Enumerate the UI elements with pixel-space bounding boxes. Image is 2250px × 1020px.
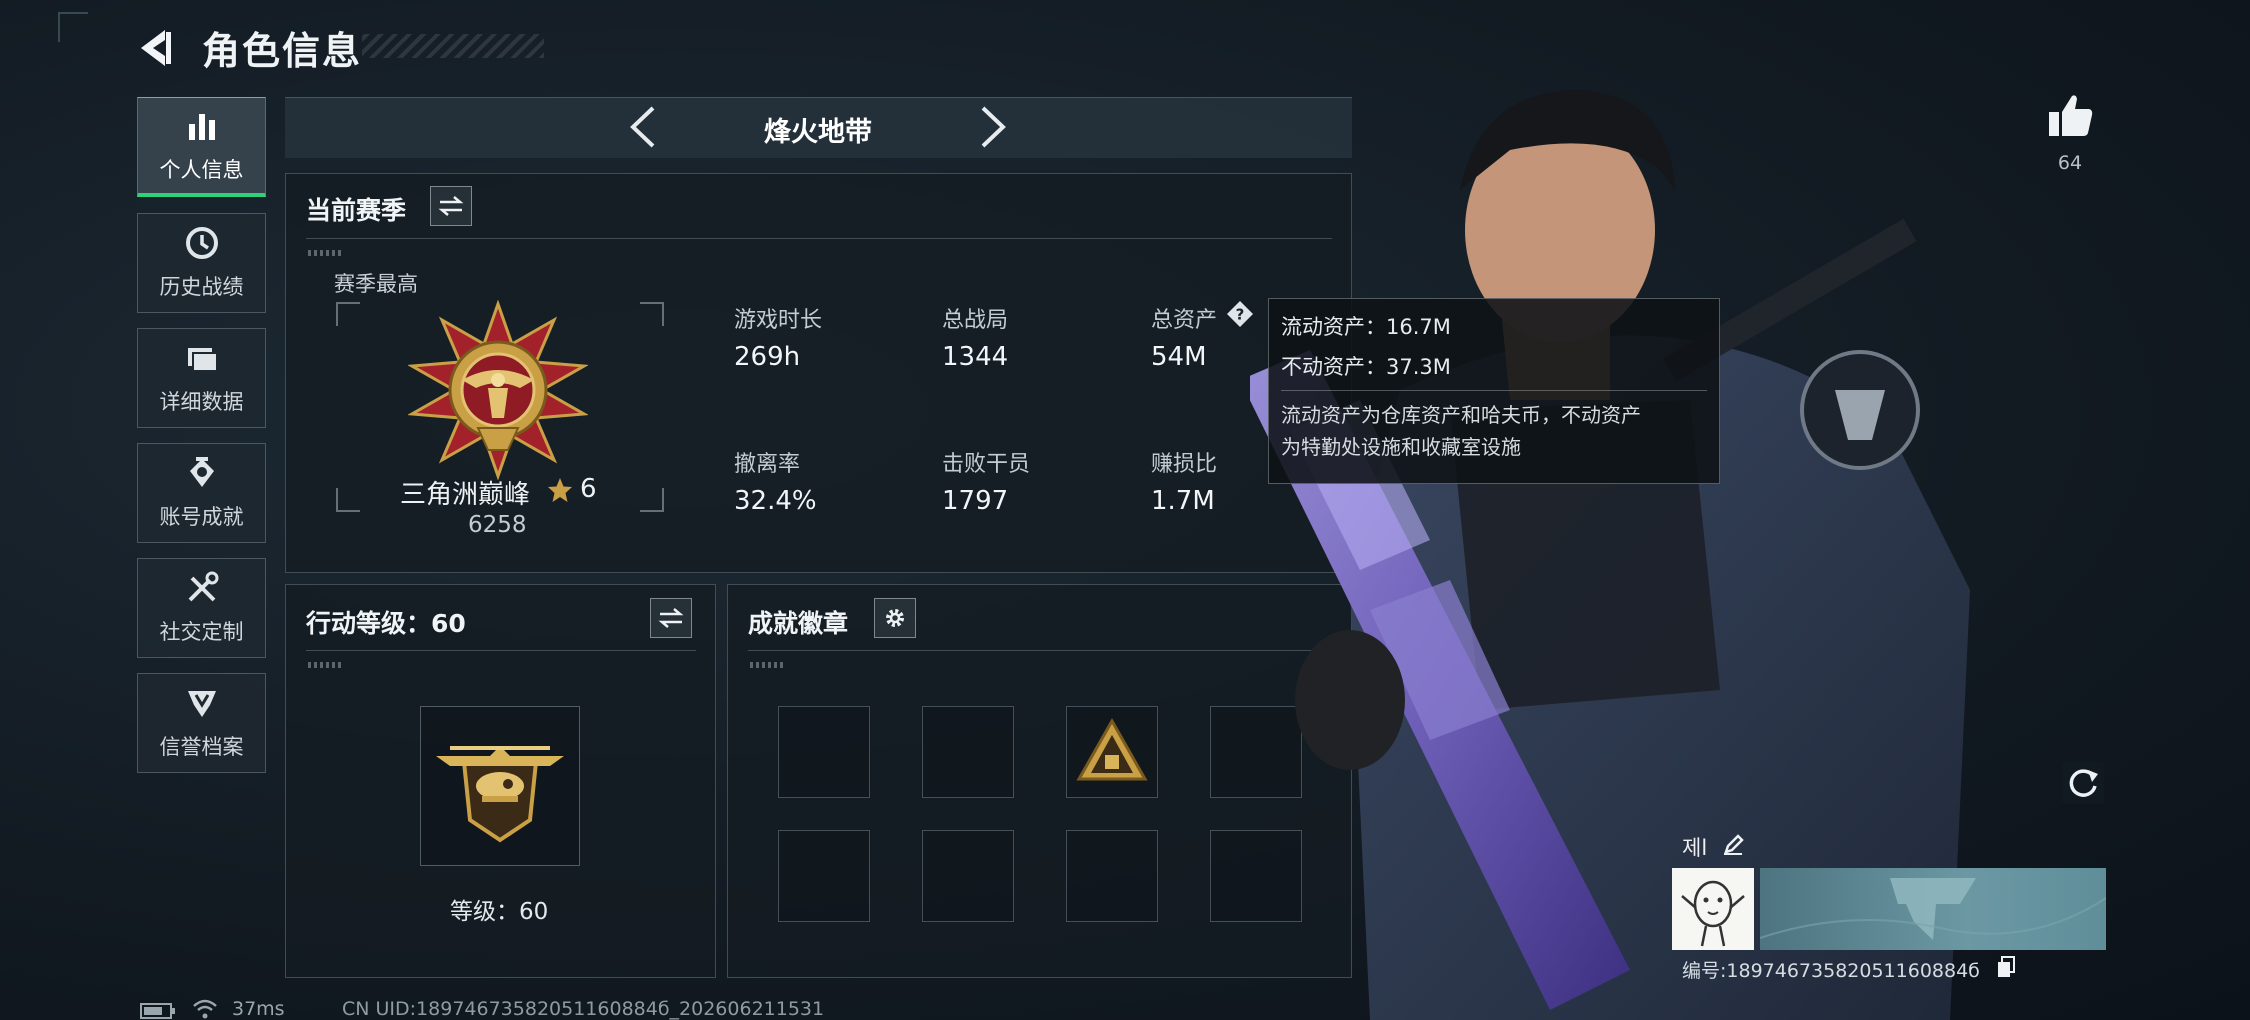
- copy-icon[interactable]: [1996, 956, 2016, 978]
- sidebar-item-reputation[interactable]: 信誉档案: [137, 673, 266, 773]
- stat-label-total-assets: 总资产: [1151, 308, 1218, 333]
- stat-label-kills: 击败干员: [942, 452, 1031, 477]
- meme-avatar-icon: [1681, 880, 1745, 947]
- sidebar-item-detailed-data[interactable]: 详细数据: [137, 328, 266, 428]
- dash-decoration: [308, 662, 342, 668]
- ping-text: 37ms: [232, 998, 285, 1020]
- stat-value-total-matches: 1344: [942, 342, 1009, 372]
- edit-pencil-icon[interactable]: [1722, 834, 1744, 856]
- wifi-icon: [193, 999, 217, 1019]
- tooltip-divider: [1281, 390, 1707, 391]
- sidebar-item-label: 信誉档案: [159, 735, 244, 759]
- swap-arrows-icon: [658, 608, 684, 628]
- helicopter-emblem-icon: [436, 746, 564, 843]
- tools-icon: [188, 571, 218, 602]
- season-panel-title: 当前赛季: [306, 196, 407, 225]
- rotate-character-button[interactable]: [2062, 762, 2104, 804]
- stat-label-extract-rate: 撤离率: [734, 452, 801, 477]
- season-switch-button[interactable]: [430, 186, 472, 226]
- thumbs-up-icon[interactable]: [2045, 90, 2095, 140]
- level-text: 等级：60: [450, 899, 549, 925]
- badge-slot[interactable]: [1066, 830, 1158, 922]
- star-icon: [548, 478, 572, 502]
- name-card-banner[interactable]: [1759, 868, 2107, 950]
- gear-icon: [886, 609, 904, 627]
- sidebar-item-label: 社交定制: [159, 620, 244, 644]
- stat-label-total-matches: 总战局: [942, 308, 1009, 333]
- brand-logo-icon: [1759, 878, 2107, 940]
- badges-divider: [748, 650, 1332, 651]
- tooltip-note-line2: 为特勤处设施和收藏室设施: [1281, 435, 1521, 459]
- title-stripes-decoration: [362, 34, 544, 58]
- bar-chart-icon: [188, 113, 215, 140]
- badges-title: 成就徽章: [748, 609, 849, 638]
- tooltip-liquid-assets: 流动资产：16.7M: [1281, 315, 1451, 339]
- badge-slot[interactable]: [922, 830, 1014, 922]
- tooltip-note-line1: 流动资产为仓库资产和哈夫币，不动资产: [1281, 403, 1641, 427]
- stat-value-playtime: 269h: [734, 342, 801, 372]
- season-best-label: 赛季最高: [334, 272, 418, 296]
- action-level-switch-button[interactable]: [650, 598, 692, 638]
- history-clock-icon: [185, 227, 218, 259]
- battery-icon: [140, 1003, 175, 1019]
- badge-slot[interactable]: [778, 830, 870, 922]
- stat-label-playtime: 游戏时长: [734, 308, 823, 333]
- sidebar-item-label: 详细数据: [159, 390, 244, 414]
- like-count: 64: [2057, 152, 2083, 174]
- chevron-right-icon[interactable]: [977, 104, 1011, 150]
- season-divider: [306, 238, 1332, 239]
- stat-value-extract-rate: 32.4%: [734, 486, 817, 516]
- sidebar-item-label: 个人信息: [159, 157, 244, 182]
- rank-score: 6258: [468, 512, 527, 538]
- player-nickname: 제l: [1682, 836, 1708, 860]
- badge-slot[interactable]: [922, 706, 1014, 798]
- tooltip-fixed-assets: 不动资产：37.3M: [1281, 355, 1451, 379]
- sidebar-item-label: 历史战绩: [159, 275, 244, 299]
- achievement-icon: [189, 457, 214, 487]
- rank-name: 三角洲巅峰: [400, 480, 531, 510]
- sidebar-item-personal-info[interactable]: 个人信息: [137, 97, 266, 197]
- player-avatar[interactable]: [1672, 868, 1754, 950]
- swap-arrows-icon: [438, 196, 464, 216]
- refresh-icon: [2069, 769, 2098, 797]
- action-level-divider: [306, 650, 696, 651]
- badges-settings-button[interactable]: [874, 598, 916, 638]
- sidebar-item-achievements[interactable]: 账号成就: [137, 443, 266, 543]
- stat-value-profit-ratio: 1.7M: [1151, 486, 1215, 516]
- folder-data-icon: [187, 348, 218, 372]
- rank-stars: 6: [580, 474, 597, 504]
- mode-title: 烽火地带: [764, 117, 872, 148]
- dash-decoration: [308, 250, 342, 256]
- badge-slot[interactable]: [778, 706, 870, 798]
- action-level-title: 行动等级：60: [306, 609, 466, 638]
- sidebar-item-social-custom[interactable]: 社交定制: [137, 558, 266, 658]
- footer-uid: CN UID:18974673582051160884б_20260621153…: [342, 998, 825, 1020]
- page-title: 角色信息: [202, 29, 363, 73]
- back-arrow-icon[interactable]: [135, 26, 179, 70]
- corner-decoration: [58, 12, 88, 42]
- stat-value-kills: 1797: [942, 486, 1009, 516]
- shield-rank-icon: [187, 691, 216, 717]
- badge-slot-filled[interactable]: [1066, 706, 1158, 798]
- stat-value-total-assets: 54M: [1151, 342, 1207, 372]
- chevron-left-icon[interactable]: [625, 104, 659, 150]
- pyramid-badge-icon: [1076, 717, 1148, 781]
- card-uid: 编号:18974673582051160884б: [1682, 960, 1980, 982]
- sidebar-item-history[interactable]: 历史战绩: [137, 213, 266, 313]
- sidebar-item-label: 账号成就: [159, 505, 244, 529]
- rank-emblem-icon: [408, 300, 588, 480]
- stat-label-profit-ratio: 赚损比: [1151, 452, 1218, 477]
- dash-decoration: [750, 662, 784, 668]
- svg-text:?: ?: [1236, 306, 1245, 324]
